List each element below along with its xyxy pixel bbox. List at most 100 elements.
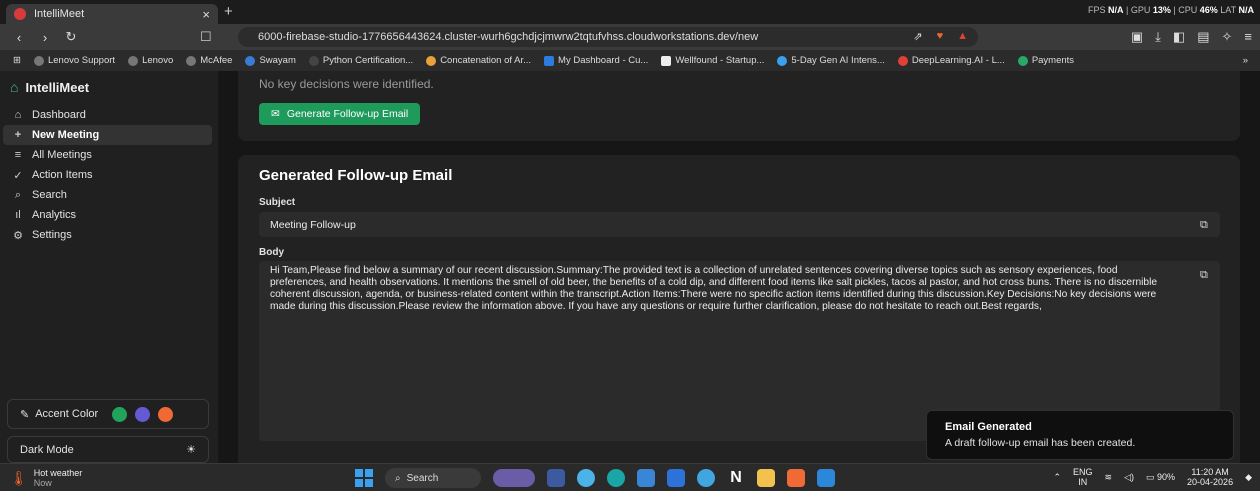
reload-icon[interactable]: ↻	[64, 29, 78, 45]
cloud-app-icon[interactable]	[697, 469, 715, 487]
notion-icon[interactable]: N	[727, 469, 745, 487]
sidebar-toggle-icon[interactable]: ▣	[1131, 29, 1143, 45]
accent-swatch-green[interactable]	[112, 406, 128, 422]
accent-swatch-orange[interactable]	[158, 406, 174, 422]
search-icon: ⌕	[395, 472, 401, 484]
bookmark-label: Swayam	[259, 55, 296, 66]
sidebar-item-dashboard[interactable]: ⌂ Dashboard	[3, 105, 212, 125]
sidebar-item-search[interactable]: ⌕ Search	[3, 185, 212, 205]
url-field[interactable]: 6000-firebase-studio-1776656443624.clust…	[238, 27, 978, 47]
weather-widget[interactable]: 🌡 Hot weather Now	[10, 468, 82, 488]
chevron-up-icon[interactable]: ⌃	[1053, 472, 1061, 483]
menu-icon[interactable]: ≡	[1244, 29, 1252, 45]
brave-shield-icon[interactable]: ♥	[937, 30, 944, 43]
split-view-icon[interactable]: ◧	[1173, 29, 1185, 45]
brave-icon[interactable]	[787, 469, 805, 487]
app-logo[interactable]: ⌂ IntelliMeet	[10, 79, 89, 95]
bookmark-item[interactable]: Payments	[1017, 55, 1075, 66]
wifi-icon[interactable]: ≋	[1105, 472, 1113, 483]
vscode-icon[interactable]	[817, 469, 835, 487]
generate-followup-email-button[interactable]: ✉ Generate Follow-up Email	[259, 103, 421, 125]
key-decisions-text: No key decisions were identified.	[259, 77, 434, 91]
bookmark-item[interactable]: 5-Day Gen AI Intens...	[777, 55, 885, 66]
bookmark-favicon-icon	[308, 55, 319, 66]
battery-percent: 90%	[1157, 471, 1176, 482]
back-icon[interactable]: ‹	[12, 30, 26, 45]
store-icon[interactable]	[637, 469, 655, 487]
bookmark-item[interactable]: DeepLearning.AI - L...	[897, 55, 1005, 66]
bookmark-item[interactable]: Lenovo	[128, 55, 173, 66]
sidebar-item-all-meetings[interactable]: ≡ All Meetings	[3, 145, 212, 165]
bookmark-item[interactable]: Lenovo Support	[33, 55, 115, 66]
subject-field[interactable]: Meeting Follow-up	[259, 212, 1220, 237]
bar-chart-icon: ıl	[15, 209, 21, 221]
accent-swatch-purple[interactable]	[135, 406, 151, 422]
check-icon: ✓	[13, 169, 23, 182]
browser-tab[interactable]: IntelliMeet ×	[6, 4, 218, 24]
copy-subject-icon[interactable]: ⧉	[1200, 219, 1208, 232]
taskbar-search[interactable]: ⌕ Search	[385, 468, 481, 488]
edge-icon[interactable]	[577, 469, 595, 487]
notification-icon[interactable]: ◆	[1245, 472, 1252, 483]
download-icon[interactable]: ⤓	[1155, 29, 1161, 45]
sidebar-item-label: Dashboard	[32, 109, 86, 121]
bookmark-item[interactable]: McAfee	[186, 55, 232, 66]
bookmark-label: My Dashboard - Cu...	[558, 55, 649, 66]
bookmark-item[interactable]: Swayam	[245, 55, 296, 66]
bookmark-label: DeepLearning.AI - L...	[911, 55, 1005, 66]
bookmark-label: 5-Day Gen AI Intens...	[791, 55, 885, 66]
fps-value: N/A	[1108, 5, 1124, 15]
email-card-title: Generated Follow-up Email	[259, 167, 453, 184]
app-name: IntelliMeet	[25, 79, 90, 95]
toast-message: A draft follow-up email has been created…	[945, 437, 1136, 449]
share-icon[interactable]: ⇗	[913, 30, 922, 43]
sidebar-item-settings[interactable]: ⚙ Settings	[3, 225, 212, 245]
copy-body-icon[interactable]: ⧉	[1200, 269, 1208, 282]
gpu-label: GPU	[1130, 5, 1151, 15]
task-view-icon[interactable]	[547, 469, 565, 487]
browser-chrome: IntelliMeet × + FPS N/A | GPU 13% | CPU …	[0, 0, 1260, 71]
fps-label: FPS	[1087, 5, 1106, 15]
clock[interactable]: 11:20 AM 20-04-2026	[1187, 467, 1233, 487]
language-indicator[interactable]: ENG IN	[1073, 467, 1093, 487]
extensions-icon[interactable]: ✧	[1222, 29, 1233, 45]
sidebar-item-new-meeting[interactable]: + New Meeting	[3, 125, 212, 145]
bookmark-favicon-icon	[544, 55, 555, 66]
wallet-icon[interactable]: ▤	[1197, 29, 1209, 45]
bookmark-item[interactable]: My Dashboard - Cu...	[544, 55, 648, 66]
lenovo-icon[interactable]	[667, 469, 685, 487]
brave-rewards-icon[interactable]: ▲	[957, 30, 968, 43]
toast-notification: Email Generated A draft follow-up email …	[926, 410, 1234, 460]
toast-title: Email Generated	[945, 421, 1032, 433]
widget-app-icon[interactable]	[493, 469, 535, 487]
apps-grid-icon[interactable]: ⊞	[13, 55, 21, 66]
bookmark-favicon-icon	[777, 55, 788, 66]
dark-mode-toggle[interactable]: Dark Mode ☀	[7, 436, 209, 463]
bookmark-item[interactable]: Wellfound - Startup...	[661, 55, 764, 66]
language-bottom: IN	[1078, 477, 1088, 487]
sun-icon[interactable]: ☀	[186, 443, 196, 456]
sidebar-item-action-items[interactable]: ✓ Action Items	[3, 165, 212, 185]
file-explorer-icon[interactable]	[757, 469, 775, 487]
tab-favicon-icon	[14, 8, 26, 20]
address-bar-row: ‹ › ↻ ☐ 6000-firebase-studio-17766564436…	[0, 24, 1260, 50]
chrome-icon[interactable]	[607, 469, 625, 487]
bookmarks-overflow-icon[interactable]: »	[1243, 55, 1248, 66]
sidebar-item-label: New Meeting	[32, 129, 100, 141]
forward-icon[interactable]: ›	[38, 30, 52, 45]
battery-indicator[interactable]: ▭ 90%	[1146, 472, 1175, 483]
sidebar-item-label: Analytics	[32, 209, 77, 221]
sidebar-item-analytics[interactable]: ıl Analytics	[3, 205, 212, 225]
bookmark-item[interactable]: Concatenation of Ar...	[426, 55, 531, 66]
volume-icon[interactable]: ◁)	[1124, 472, 1134, 483]
bookmark-favicon-icon	[33, 55, 44, 66]
bookmark-label: Payments	[1031, 55, 1075, 66]
windows-start-icon[interactable]	[355, 469, 373, 487]
new-tab-button[interactable]: +	[224, 3, 233, 20]
thermometer-icon: 🌡	[10, 470, 28, 486]
bookmark-icon[interactable]: ☐	[200, 29, 212, 45]
bookmark-item[interactable]: Python Certification...	[308, 55, 413, 66]
tab-close-icon[interactable]: ×	[202, 7, 210, 22]
gear-icon: ⚙	[13, 229, 23, 242]
bookmark-favicon-icon	[1017, 55, 1028, 66]
